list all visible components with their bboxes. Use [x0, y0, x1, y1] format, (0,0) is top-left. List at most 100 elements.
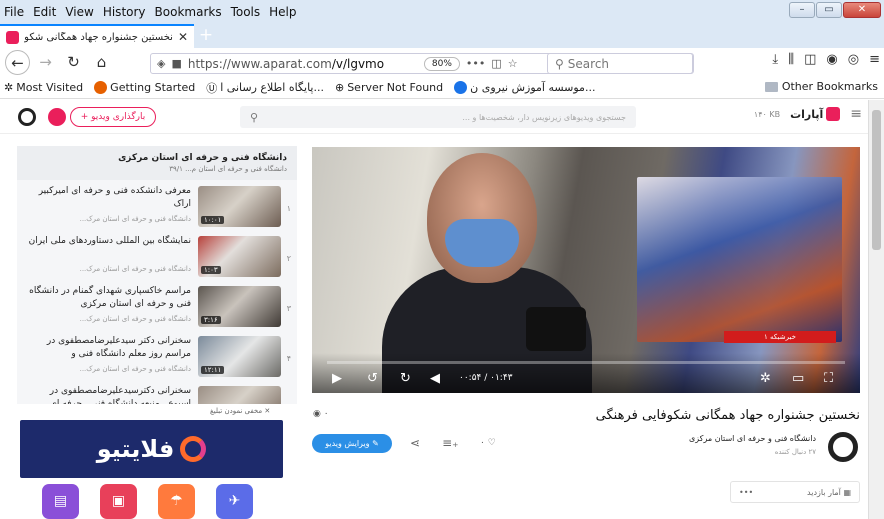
download-icon[interactable]: ⤓ — [772, 52, 778, 67]
video-thumbnail[interactable]: ۱۰:۰۱ — [198, 186, 281, 227]
ad-banner[interactable]: فلایتیو — [20, 420, 283, 478]
item-channel[interactable]: دانشگاه فنی و حرفه ای استان مرک... — [25, 315, 191, 323]
duration-badge: ۱۲:۱۱ — [201, 366, 225, 374]
menu-help[interactable]: Help — [269, 5, 296, 19]
site-menu-icon[interactable]: ≡ — [850, 106, 862, 122]
item-title[interactable]: سخنرانی دکتر سیدعلیرضامصطفوی در مراسم رو… — [25, 335, 191, 361]
channel-name[interactable]: دانشگاه فنی و حرفه ای استان مرکزی — [689, 434, 816, 443]
duration-badge: ۳:۱۶ — [201, 316, 221, 324]
rewind-10-icon[interactable]: ↺ — [367, 371, 378, 386]
video-thumbnail[interactable]: ۱:۰۳ — [198, 236, 281, 277]
playlist-item[interactable]: ۴ ۱۲:۱۱ سخنرانی دکتر سیدعلیرضامصطفوی در … — [17, 332, 297, 381]
bookmark-getting-started[interactable]: Getting Started — [94, 81, 195, 94]
new-tab-button[interactable]: + — [194, 24, 218, 48]
playlist-item[interactable]: ۱ ۱۰:۰۱ معرفی دانشکده فنی و حرفه ای امیر… — [17, 182, 297, 231]
reload-icon[interactable]: ↻ — [61, 50, 86, 75]
menu-view[interactable]: View — [65, 5, 93, 19]
library-icon[interactable]: ⫼ — [788, 52, 794, 67]
add-to-playlist-icon[interactable]: ≡₊ — [442, 436, 458, 450]
progress-bar[interactable] — [327, 361, 845, 364]
pocket-icon[interactable]: ◫ — [491, 57, 501, 70]
menu-tools[interactable]: Tools — [231, 5, 261, 19]
forward-10-icon[interactable]: ↻ — [400, 371, 411, 386]
item-title[interactable]: سخنرانی دکترسیدعلیرضامصطفوی در اسبوع...م… — [25, 385, 191, 404]
lock-icon[interactable]: ■ — [171, 57, 181, 70]
zoom-level[interactable]: 80% — [423, 56, 460, 71]
item-channel[interactable]: دانشگاه فنی و حرفه ای استان مرک... — [25, 365, 191, 373]
forward-icon[interactable]: → — [33, 50, 58, 75]
ad-logo-icon — [180, 436, 207, 462]
settings-gear-icon[interactable]: ✲ — [760, 371, 771, 386]
extension-icon[interactable]: ◎ — [848, 52, 859, 67]
home-icon[interactable]: ⌂ — [89, 50, 114, 75]
account-icon[interactable]: ◉ — [826, 52, 837, 67]
browser-search-box[interactable]: ⚲ Search — [547, 53, 693, 74]
menu-edit[interactable]: Edit — [33, 5, 56, 19]
notification-icon[interactable] — [48, 108, 66, 126]
video-player[interactable]: خبرشبکه ۱ ▶ ↺ ↻ ◀ ۰۰:۵۴ / ۰۱:۴۳ ✲ ▭ ⛶ — [312, 147, 860, 393]
playlist-header[interactable]: دانشگاه فنی و حرفه ای استان مرکزی دانشگا… — [17, 146, 297, 180]
site-search-input[interactable]: ⚲ جستجوی ویدیوهای زیرنویس دار، شخصیت‌ها … — [240, 106, 636, 128]
menu-history[interactable]: History — [103, 5, 146, 19]
other-bookmarks[interactable]: Other Bookmarks — [764, 80, 878, 93]
sidebar-icon[interactable]: ◫ — [804, 52, 816, 67]
bookmark-most-visited[interactable]: ✲ Most Visited — [4, 81, 83, 94]
theater-mode-icon[interactable]: ▭ — [792, 371, 804, 386]
scrollbar-thumb[interactable] — [872, 110, 881, 250]
shield-icon[interactable]: ◈ — [157, 57, 165, 70]
bookmarks-bar: ✲ Most Visited Getting Started Ⓤ پایگاه اط… — [0, 77, 884, 99]
page-scrollbar[interactable] — [868, 100, 884, 519]
browser-tab[interactable]: نخستین جشنواره جهاد همگانی شکو ✕ — [0, 24, 194, 48]
hide-ad-button[interactable]: ✕ مخفی نمودن تبلیغ — [210, 407, 270, 415]
bus-icon[interactable]: ▣ — [100, 484, 137, 519]
channel-logo-icon[interactable] — [828, 432, 858, 462]
minimize-button[interactable]: – — [789, 2, 815, 18]
bookmark-server-not-found[interactable]: ⊕ Server Not Found — [335, 81, 443, 94]
bookmark-label: Most Visited — [16, 81, 84, 94]
share-icon[interactable]: ⋖ — [410, 436, 420, 450]
page-actions-icon[interactable]: ••• — [466, 57, 485, 70]
video-thumbnail[interactable] — [198, 386, 281, 404]
url-text[interactable]: https://www.aparat.com/v/lgvmo — [188, 57, 418, 71]
menu-file[interactable]: File — [4, 5, 24, 19]
close-window-button[interactable]: ✕ — [843, 2, 881, 18]
bookmark-training-institute[interactable]: موسسه آموزش نیروی ن... — [454, 81, 595, 94]
heart-icon: ♡ — [487, 438, 496, 448]
hamburger-menu-icon[interactable]: ≡ — [869, 52, 880, 67]
menu-bookmarks[interactable]: Bookmarks — [155, 5, 222, 19]
close-tab-icon[interactable]: ✕ — [178, 30, 188, 44]
flight-icon[interactable]: ✈ — [216, 484, 253, 519]
url-domain: https://www.aparat.com — [187, 56, 332, 71]
edit-video-button[interactable]: ✎ ویرایش ویدیو — [312, 434, 392, 453]
tour-icon[interactable]: ☂ — [158, 484, 195, 519]
user-avatar-icon[interactable] — [18, 108, 36, 126]
search-icon[interactable]: ⚲ — [250, 111, 258, 124]
stats-label-text: آمار بازدید — [807, 487, 841, 497]
item-channel[interactable]: دانشگاه فنی و حرفه ای استان مرک... — [25, 215, 191, 223]
item-channel[interactable]: دانشگاه فنی و حرفه ای استان مرک... — [25, 265, 191, 273]
item-title[interactable]: معرفی دانشکده فنی و حرفه ای امیرکبیر ارا… — [25, 185, 191, 211]
item-number: ۳ — [286, 304, 291, 313]
firefox-icon — [94, 81, 108, 94]
playlist-subtitle: دانشگاه فنی و حرفه ای استان م... ۳۹/۱ — [169, 165, 287, 173]
playlist-item[interactable]: ۵ سخنرانی دکترسیدعلیرضامصطفوی در اسبوع..… — [17, 382, 297, 404]
playlist-item[interactable]: ۲ ۱:۰۳ نمایشگاه بین المللی دستاوردهای مل… — [17, 232, 297, 281]
like-button[interactable]: ۰ ♡ — [480, 438, 496, 448]
more-options-icon[interactable]: ••• — [739, 488, 753, 497]
volume-icon[interactable]: ◀ — [430, 371, 440, 386]
item-title[interactable]: مراسم خاکسپاری شهدای گمنام در دانشگاه فن… — [25, 285, 191, 311]
back-icon[interactable]: ← — [5, 50, 30, 75]
playlist-item[interactable]: ۳ ۳:۱۶ مراسم خاکسپاری شهدای گمنام در دان… — [17, 282, 297, 331]
bookmark-info-base[interactable]: Ⓤ پایگاه اطلاع رسانی ا... — [206, 80, 324, 96]
maximize-button[interactable]: ▭ — [816, 2, 842, 18]
item-title[interactable]: نمایشگاه بین المللی دستاوردهای ملی ایران — [25, 235, 191, 248]
bookmark-star-icon[interactable]: ☆ — [508, 57, 518, 70]
fullscreen-icon[interactable]: ⛶ — [824, 371, 833, 386]
video-thumbnail[interactable]: ۳:۱۶ — [198, 286, 281, 327]
video-thumbnail[interactable]: ۱۲:۱۱ — [198, 336, 281, 377]
aparat-logo[interactable]: آپارات — [790, 107, 841, 121]
play-icon[interactable]: ▶ — [332, 371, 342, 386]
stats-bar[interactable]: ▦ آمار بازدید ••• — [730, 481, 860, 503]
hotel-icon[interactable]: ▤ — [42, 484, 79, 519]
upload-video-button[interactable]: + بارگذاری ویدیو — [70, 107, 156, 127]
